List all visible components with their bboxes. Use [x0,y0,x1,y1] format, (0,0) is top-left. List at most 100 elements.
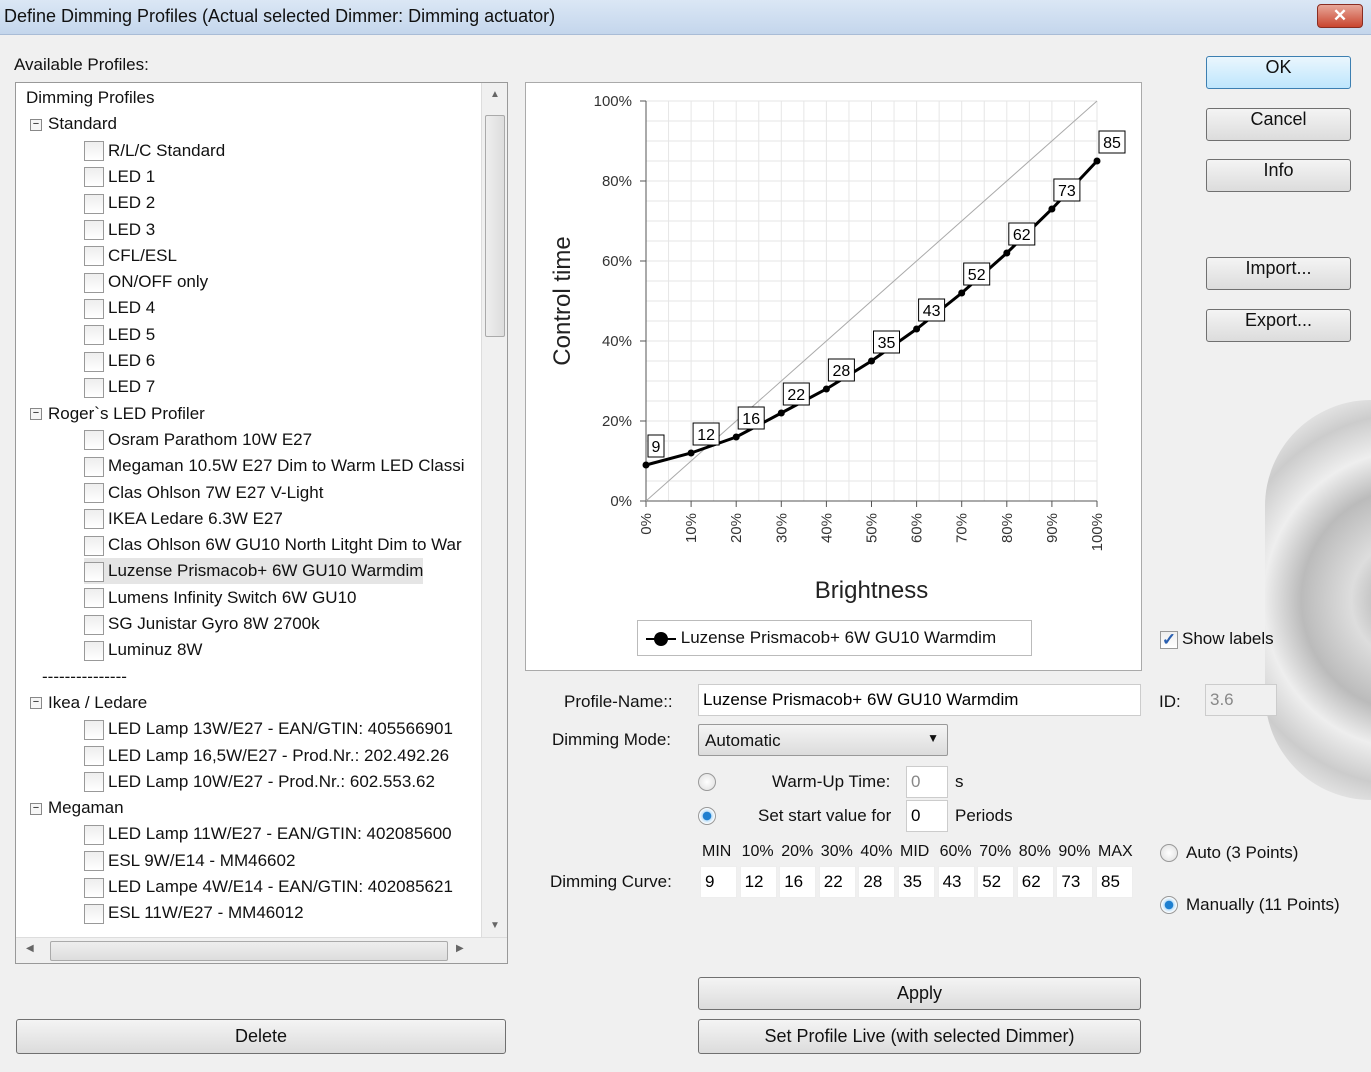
scroll-left-icon[interactable]: ◀ [26,943,34,954]
tree-item[interactable]: ESL 11W/E27 - MM46012 [84,900,304,926]
info-button[interactable]: Info [1206,159,1351,192]
warmup-input[interactable] [906,766,948,798]
start-value-input[interactable] [906,800,948,832]
curve-value-input[interactable] [1096,866,1133,898]
checkbox[interactable] [84,772,104,793]
tree-item[interactable]: Lumens Infinity Switch 6W GU10 [84,585,356,611]
profile-tree[interactable]: Dimming Profiles − Standard R/L/C Standard L… [15,82,508,964]
cancel-button[interactable]: Cancel [1206,108,1351,141]
dimming-mode-select[interactable]: Automatic ▼ [698,724,948,756]
curve-value-input[interactable] [818,866,856,898]
tree-item[interactable]: Luzense Prismacob+ 6W GU10 Warmdim [84,558,424,585]
checkbox[interactable] [84,483,104,504]
set-profile-live-button[interactable]: Set Profile Live (with selected Dimmer) [698,1019,1141,1054]
tree-item[interactable]: ESL 9W/E14 - MM46602 [84,848,295,874]
checkbox[interactable] [84,719,104,740]
collapse-icon[interactable]: − [30,408,42,421]
tree-group[interactable]: − Ikea / Ledare [30,690,147,716]
checkbox[interactable] [84,430,104,451]
tree-item[interactable]: LED Lampe 4W/E14 - EAN/GTIN: 402085621 [84,874,453,900]
scroll-right-icon[interactable]: ▶ [456,943,464,954]
checkbox[interactable] [84,272,104,293]
scroll-down-icon[interactable]: ▼ [490,920,500,931]
checkbox[interactable] [84,903,104,924]
export-button[interactable]: Export... [1206,309,1351,342]
show-labels-checkbox[interactable]: ✓ Show labels [1160,629,1274,649]
curve-value-input[interactable] [937,866,975,898]
checkbox[interactable] [84,877,104,898]
checkbox[interactable] [84,456,104,477]
checkbox[interactable] [84,588,104,609]
start-value-radio[interactable] [698,807,716,825]
horizontal-scrollbar[interactable]: ◀ ▶ [16,937,507,963]
auto-3-points-radio[interactable] [1160,844,1178,862]
curve-value-input[interactable] [739,866,777,898]
tree-item[interactable]: ON/OFF only [84,269,208,295]
collapse-icon[interactable]: − [30,118,42,131]
tree-group[interactable]: − Roger`s LED Profiler [30,401,205,427]
tree-item[interactable]: IKEA Ledare 6.3W E27 [84,506,283,532]
tree-item[interactable]: LED Lamp 16,5W/E27 - Prod.Nr.: 202.492.2… [84,743,449,769]
tree-item[interactable]: CFL/ESL [84,243,177,269]
tree-root[interactable]: Dimming Profiles [26,85,154,111]
checkbox[interactable] [84,167,104,188]
curve-value-input[interactable] [779,866,817,898]
tree-item[interactable]: SG Junistar Gyro 8W 2700k [84,611,320,637]
close-button[interactable]: ✕ [1317,4,1363,28]
tree-item[interactable]: LED 3 [84,217,155,243]
tree-item[interactable]: Osram Parathom 10W E27 [84,427,312,453]
tree-item[interactable]: LED 7 [84,374,155,400]
tree-item[interactable]: LED 6 [84,348,155,374]
checkbox[interactable] [84,640,104,661]
curve-value-input[interactable] [700,866,737,898]
scroll-thumb[interactable] [485,115,505,337]
tree-item[interactable]: LED Lamp 10W/E27 - Prod.Nr.: 602.553.62 [84,769,435,795]
tree-item[interactable]: R/L/C Standard [84,138,225,164]
warmup-radio[interactable] [698,773,716,791]
checkbox[interactable] [84,824,104,845]
curve-value-input[interactable] [858,866,896,898]
tree-group[interactable]: − Standard [30,111,117,137]
collapse-icon[interactable]: − [30,697,42,710]
checkbox[interactable] [84,614,104,635]
import-button[interactable]: Import... [1206,257,1351,290]
checkbox[interactable] [84,377,104,398]
tree-item[interactable]: Clas Ohlson 6W GU10 North Litght Dim to … [84,532,462,558]
tree-item[interactable]: Luminuz 8W [84,637,202,663]
tree-item[interactable]: LED 4 [84,295,155,321]
checkbox[interactable] [84,851,104,872]
tree-item[interactable]: LED Lamp 13W/E27 - EAN/GTIN: 405566901 [84,716,453,742]
checkbox[interactable] [84,246,104,267]
checkbox[interactable] [84,141,104,162]
checkbox[interactable] [84,298,104,319]
curve-value-input[interactable] [1016,866,1054,898]
tree-item[interactable]: LED 5 [84,322,155,348]
tree-item[interactable]: LED Lamp 11W/E27 - EAN/GTIN: 402085600 [84,821,452,847]
curve-value-input[interactable] [1056,866,1094,898]
tree-item[interactable]: Megaman 10.5W E27 Dim to Warm LED Classi [84,453,464,479]
checkbox[interactable] [84,351,104,372]
curve-value-input[interactable] [898,866,935,898]
collapse-icon[interactable]: − [30,802,42,815]
vertical-scrollbar[interactable]: ▲ ▼ [481,83,507,937]
manual-11-points-radio[interactable] [1160,896,1178,914]
tree-item[interactable]: Clas Ohlson 7W E27 V-Light [84,480,323,506]
delete-button[interactable]: Delete [16,1019,506,1054]
horizontal-scroll-thumb[interactable] [50,941,448,961]
checkbox[interactable] [84,561,104,582]
checkbox-checked-icon[interactable]: ✓ [1160,630,1178,649]
checkbox[interactable] [84,509,104,530]
checkbox[interactable] [84,535,104,556]
tree-item[interactable]: LED 2 [84,190,155,216]
checkbox[interactable] [84,193,104,214]
scroll-up-icon[interactable]: ▲ [490,89,500,100]
tree-item[interactable]: LED 1 [84,164,155,190]
checkbox[interactable] [84,746,104,767]
checkbox[interactable] [84,325,104,346]
apply-button[interactable]: Apply [698,977,1141,1010]
checkbox[interactable] [84,220,104,241]
profile-name-input[interactable] [698,684,1141,716]
tree-group[interactable]: − Megaman [30,795,124,821]
ok-button[interactable]: OK [1206,56,1351,89]
curve-value-input[interactable] [977,866,1015,898]
